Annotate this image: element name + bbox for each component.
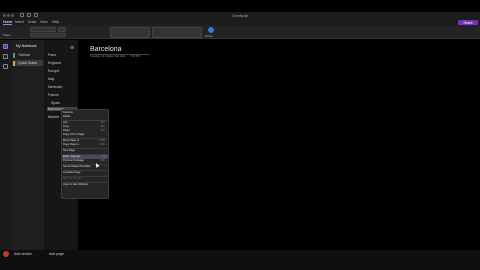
font-name-dropdown[interactable] xyxy=(30,27,56,32)
add-page-button[interactable]: Add page xyxy=(49,252,64,256)
menu-item-label: Translate Page xyxy=(63,171,81,174)
page-item-europe[interactable]: Europe xyxy=(48,69,59,73)
menu-item-new-page[interactable]: New Page xyxy=(63,149,107,153)
tab-help[interactable]: Help xyxy=(52,20,59,24)
menu-item-set-as-default-template[interactable]: Set as Default Template xyxy=(63,165,107,169)
redo-icon[interactable] xyxy=(34,13,38,17)
page-item-spain[interactable]: Spain xyxy=(51,101,60,105)
menu-item-translate-page[interactable]: Translate Page xyxy=(63,171,107,175)
font-size-dropdown[interactable] xyxy=(58,27,66,32)
notebook-name[interactable]: My Notebook xyxy=(16,44,37,48)
note-canvas[interactable] xyxy=(78,40,480,262)
page-item-paris[interactable]: Paris xyxy=(48,53,56,57)
section-tutorial[interactable]: Tutorial xyxy=(15,52,43,58)
add-section-button[interactable]: Add section xyxy=(14,252,32,256)
menu-item-label: Cut xyxy=(63,121,68,124)
microphone-icon[interactable] xyxy=(208,27,214,33)
page-title[interactable]: Barcelona xyxy=(90,46,122,53)
page-item-france[interactable]: France xyxy=(48,93,59,97)
page-item-denmark[interactable]: Denmark xyxy=(48,85,62,89)
menu-item-label: Move Page to... xyxy=(63,139,82,142)
menu-item-label: Copy Page to... xyxy=(63,143,81,146)
undo-icon[interactable] xyxy=(27,13,31,17)
menu-item-label: Promote Subpage xyxy=(63,159,84,162)
page-item-england[interactable]: England xyxy=(48,61,61,65)
styles-gallery[interactable] xyxy=(110,27,150,38)
bottom-bar xyxy=(0,250,480,270)
navigation-rail xyxy=(0,40,12,262)
add-page-icon[interactable]: ⊕ xyxy=(70,45,74,51)
menu-item-label: Set as Default Template xyxy=(63,165,91,168)
page-time: 7:30 PM xyxy=(130,55,140,58)
menu-item-copy-link-to-page[interactable]: Copy Link to Page xyxy=(63,133,107,137)
sections-panel xyxy=(12,40,44,262)
menu-item-label: Rename xyxy=(63,111,73,114)
menu-item-label: Make Subpage xyxy=(63,155,81,158)
menu-item-shortcut: ⇧⌘C xyxy=(98,143,105,146)
tab-view[interactable]: View xyxy=(40,20,48,24)
avatar[interactable] xyxy=(3,251,9,257)
tags-gallery[interactable] xyxy=(152,27,202,38)
menu-item-copy-page-to[interactable]: Copy Page to... ⇧⌘C xyxy=(63,143,107,147)
menu-item-label: Open in New Window xyxy=(63,183,88,186)
tab-draw[interactable]: Draw xyxy=(28,20,36,24)
menu-item-promote-subpage[interactable]: Promote Subpage ⌥⌘[ xyxy=(63,159,107,163)
tab-insert[interactable]: Insert xyxy=(15,20,24,24)
dictate-label: Dictate xyxy=(205,35,213,38)
menu-item-shortcut: ⌥⌘[ xyxy=(98,159,105,162)
zoom-window-button[interactable] xyxy=(11,14,14,17)
menu-item-label: Copy Link to Page xyxy=(63,133,85,136)
menu-item-label: Mark as Unread xyxy=(63,177,82,180)
menu-item-open-in-new-window[interactable]: Open in New Window xyxy=(63,183,107,187)
screen: OneNote Home Insert Draw View Help Share… xyxy=(0,0,480,270)
close-window-button[interactable] xyxy=(3,14,6,17)
page-item-madrid[interactable]: Madrid xyxy=(48,115,59,119)
page-item-italy[interactable]: Italy xyxy=(48,77,54,81)
section-quick-notes[interactable]: Quick Notes xyxy=(15,60,43,66)
minimize-window-button[interactable] xyxy=(7,14,10,17)
menu-item-label: Paste xyxy=(63,129,70,132)
recent-notes-icon[interactable] xyxy=(3,64,8,69)
menu-item-mark-as-unread: Mark as Unread xyxy=(63,177,107,181)
ribbon-toolbar xyxy=(0,25,480,39)
notebooks-icon[interactable] xyxy=(3,44,8,49)
menu-item-delete[interactable]: Delete xyxy=(63,115,107,119)
page-date: Tuesday, 14 October Dec 2021 xyxy=(90,55,126,58)
home-icon[interactable] xyxy=(20,13,24,17)
menu-item-label: Delete xyxy=(63,115,71,118)
paste-button[interactable]: Paste xyxy=(3,33,11,37)
search-icon[interactable] xyxy=(3,54,8,59)
menu-item-label: Copy xyxy=(63,125,70,128)
window-title: OneNote xyxy=(231,13,248,18)
menu-item-label: New Page xyxy=(63,149,75,152)
formatting-controls[interactable] xyxy=(30,33,66,37)
